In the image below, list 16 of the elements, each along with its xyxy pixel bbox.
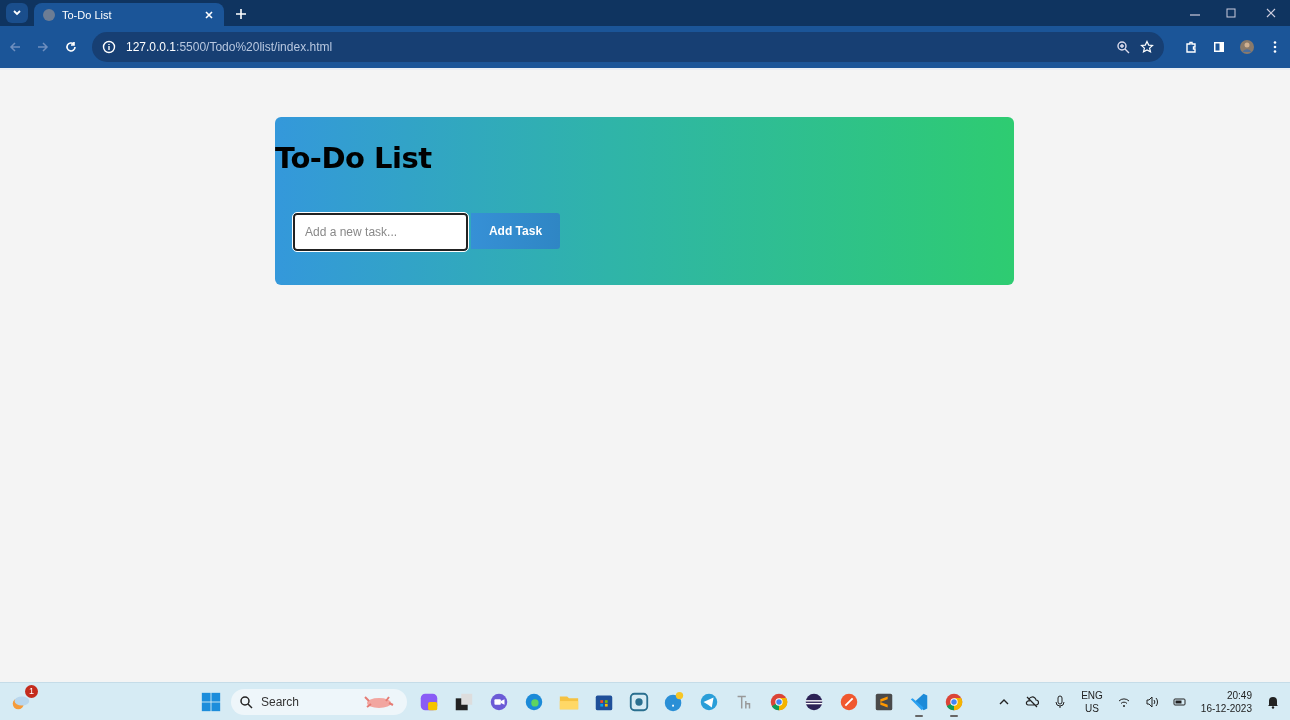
clock[interactable]: 20:49 16-12-2023 (1200, 688, 1252, 715)
taskbar-search[interactable]: Search (231, 688, 407, 715)
browser-tab[interactable]: To-Do List (34, 3, 224, 26)
language-text: ENG (1081, 688, 1103, 702)
date-text: 16-12-2023 (1200, 701, 1252, 715)
address-bar[interactable]: 127.0.0.1:5500/Todo%20list/index.html (92, 32, 1164, 62)
language-text: US (1085, 701, 1099, 715)
tab-title: To-Do List (62, 8, 113, 21)
url-text: 127.0.0.1:5500/Todo%20list/index.html (126, 40, 333, 54)
search-placeholder: Search (261, 694, 300, 709)
language-indicator[interactable]: ENG US (1081, 688, 1103, 715)
notification-badge: 1 (25, 684, 38, 698)
add-task-button[interactable]: Add Task (471, 213, 560, 249)
app-title: To-Do List (275, 140, 432, 175)
time-text: 20:49 (1226, 688, 1252, 702)
task-input[interactable]: Add a new task... (293, 213, 468, 251)
